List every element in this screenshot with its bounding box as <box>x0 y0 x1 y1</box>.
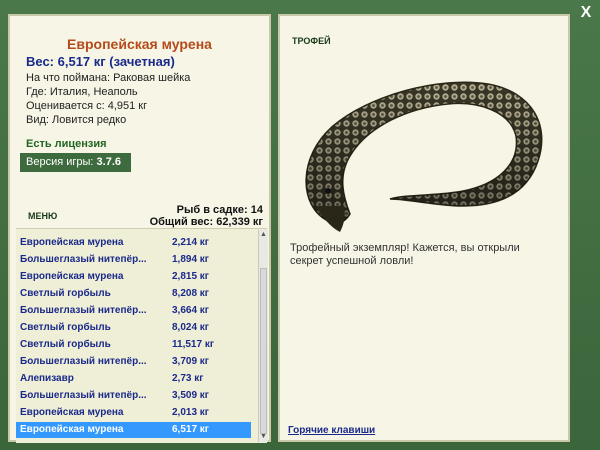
list-item-name: Европейская мурена <box>20 271 124 282</box>
list-item[interactable]: Европейская мурена 2,013 кг <box>16 405 251 421</box>
list-item[interactable]: Большеглазый нитепёр... 3,664 кг <box>16 303 251 319</box>
list-item-weight: 2,214 кг <box>172 237 209 248</box>
trophy-label: ТРОФЕЙ <box>292 36 331 46</box>
list-item[interactable]: Европейская мурена 2,815 кг <box>16 269 251 285</box>
list-item-name: Большеглазый нитепёр... <box>20 305 147 316</box>
list-item-weight: 2,73 кг <box>172 373 204 384</box>
list-item-weight: 8,208 кг <box>172 288 209 299</box>
list-item-name: Светлый горбыль <box>20 322 111 333</box>
list-item-name: Большеглазый нитепёр... <box>20 390 147 401</box>
list-item-weight: 3,664 кг <box>172 305 209 316</box>
catch-stats: Рыб в садке: 14 Общий вес: 62,339 кг <box>150 204 263 228</box>
fish-title: Европейская мурена <box>67 36 212 52</box>
fish-bait: На что поймана: Раковая шейка <box>26 72 191 84</box>
moray-eel-image <box>305 81 543 232</box>
list-item[interactable]: Светлый горбыль 8,208 кг <box>16 286 251 302</box>
list-item-name: Алепизавр <box>20 373 74 384</box>
list-item-weight: 11,517 кг <box>172 339 214 350</box>
menu-button[interactable]: МЕНЮ <box>28 211 57 221</box>
hotkeys-link[interactable]: Горячие клавиши <box>288 425 375 436</box>
scrollbar-thumb[interactable] <box>260 268 267 434</box>
fish-count: Рыб в садке: 14 <box>176 204 263 216</box>
catch-list[interactable]: Европейская мурена 2,214 кг Большеглазый н… <box>16 228 267 443</box>
license-status: Есть лицензия <box>26 138 107 150</box>
list-item-weight: 8,024 кг <box>172 322 209 333</box>
scroll-down-icon[interactable]: ▼ <box>259 432 268 442</box>
list-item[interactable]: Европейская мурена 6,517 кг <box>16 422 251 438</box>
list-item[interactable]: Большеглазый нитепёр... 1,894 кг <box>16 252 251 268</box>
list-item[interactable]: Светлый горбыль 8,024 кг <box>16 320 251 336</box>
list-item-name: Европейская мурена <box>20 407 124 418</box>
list-item[interactable]: Алепизавр 2,73 кг <box>16 371 251 387</box>
catch-list-scrollbar[interactable]: ▲ ▼ <box>258 230 268 442</box>
list-item-name: Светлый горбыль <box>20 288 111 299</box>
list-item[interactable]: Большеглазый нитепёр... 3,709 кг <box>16 354 251 370</box>
list-item-weight: 3,709 кг <box>172 356 209 367</box>
version-number: 3.7.6 <box>96 156 121 168</box>
list-item[interactable]: Большеглазый нитепёр... 3,509 кг <box>16 388 251 404</box>
list-item-name: Большеглазый нитепёр... <box>20 254 147 265</box>
fish-location: Где: Италия, Неаполь <box>26 86 138 98</box>
list-item-name: Европейская мурена <box>20 424 124 435</box>
fish-value: Оценивается с: 4,951 кг <box>26 100 148 112</box>
list-item-name: Европейская мурена <box>20 237 124 248</box>
total-weight: Общий вес: 62,339 кг <box>149 216 263 228</box>
list-item-weight: 1,894 кг <box>172 254 209 265</box>
list-item-weight: 6,517 кг <box>172 424 209 435</box>
list-item-name: Светлый горбыль <box>20 339 111 350</box>
fish-rarity: Вид: Ловится редко <box>26 114 127 126</box>
list-item-weight: 2,815 кг <box>172 271 209 282</box>
list-item-name: Большеглазый нитепёр... <box>20 356 147 367</box>
list-item[interactable]: Европейская мурена 2,214 кг <box>16 235 251 251</box>
list-item-weight: 2,013 кг <box>172 407 209 418</box>
version-label: Версия игры: <box>26 156 94 168</box>
scroll-up-icon[interactable]: ▲ <box>259 230 268 240</box>
trophy-message: Трофейный экземпляр! Кажется, вы открыли… <box>290 242 520 267</box>
list-item[interactable]: Светлый горбыль 11,517 кг <box>16 337 251 353</box>
trophy-panel: ТРОФЕЙ Трофейный экземпляр! Кажется, вы … <box>278 14 570 442</box>
version-badge: Версия игры: 3.7.6 <box>20 153 131 172</box>
list-item-weight: 3,509 кг <box>172 390 209 401</box>
catch-info-panel: Европейская мурена Вес: 6,517 кг (зачетн… <box>8 14 271 443</box>
close-icon[interactable]: X <box>577 4 595 22</box>
fish-weight: Вес: 6,517 кг (зачетная) <box>26 54 175 69</box>
